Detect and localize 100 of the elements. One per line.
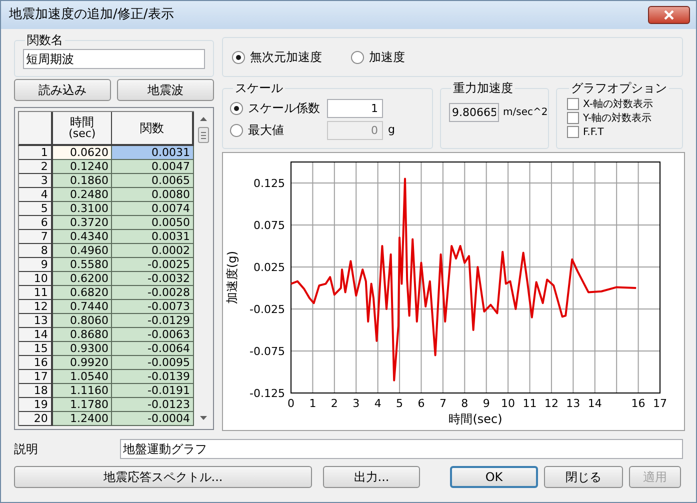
row-header[interactable]: 17 [19,370,53,384]
group-title: スケール [234,80,284,97]
radio-button[interactable] [230,124,243,136]
push-button[interactable]: 読み込み [14,79,111,101]
value-field[interactable]: 1 [327,98,383,118]
table-cell[interactable]: 0.6200 [52,272,112,286]
push-button[interactable]: 閉じる [544,466,623,488]
table-cell[interactable]: -0.0123 [112,398,194,412]
field-label: 説明 [14,441,39,458]
table-cell[interactable]: 0.3720 [52,216,112,230]
table-cell[interactable]: 1.1160 [52,384,112,398]
push-button[interactable]: 地震応答スペクトル... [14,466,312,488]
table-cell[interactable]: 0.0074 [112,202,194,216]
row-header[interactable]: 10 [19,272,53,286]
push-button[interactable]: OK [450,466,538,488]
row-header[interactable]: 11 [19,286,53,300]
table-cell[interactable]: 1.0540 [52,370,112,384]
table-cell[interactable]: 0.0065 [112,174,194,188]
table-cell[interactable]: -0.0064 [112,342,194,356]
row-header[interactable]: 1 [19,146,53,160]
table-cell[interactable]: 0.5580 [52,258,112,272]
row-header[interactable]: 14 [19,328,53,342]
name-field[interactable]: 短周期波 [23,49,205,69]
row-header[interactable]: 7 [19,230,53,244]
row-header[interactable]: 2 [19,160,53,174]
table-cell[interactable]: 0.0002 [112,244,194,258]
push-button[interactable]: 地震波 [117,79,214,101]
radio-label: スケール係数 [248,100,320,117]
axis-tick-label: 7 [439,397,446,410]
table-cell[interactable]: -0.0004 [112,412,194,426]
table-cell[interactable]: -0.0028 [112,286,194,300]
table-cell[interactable]: 1.2400 [52,412,112,426]
table-cell[interactable]: 0.9920 [52,356,112,370]
table-cell[interactable]: 0.9300 [52,342,112,356]
axis-tick-label: -0.075 [250,345,285,358]
table-cell[interactable]: 1.1780 [52,398,112,412]
table-cell[interactable]: 0.8680 [52,328,112,342]
row-header[interactable]: 4 [19,188,53,202]
radio-button[interactable] [232,50,245,64]
table-cell[interactable]: 0.6820 [52,286,112,300]
table-cell[interactable]: 0.4960 [52,244,112,258]
table-cell[interactable]: 0.4340 [52,230,112,244]
row-header[interactable]: 20 [19,412,53,426]
row-header[interactable]: 6 [19,216,53,230]
row-header[interactable]: 5 [19,202,53,216]
table-cell[interactable]: -0.0073 [112,300,194,314]
radio-button[interactable] [230,102,243,114]
row-header[interactable]: 8 [19,244,53,258]
checkbox[interactable] [567,126,579,138]
push-button[interactable]: 出力... [323,466,420,488]
table-cell[interactable]: -0.0191 [112,384,194,398]
row-header[interactable]: 16 [19,356,53,370]
row-header[interactable]: 18 [19,384,53,398]
scroll-down-icon[interactable] [200,416,206,420]
unit-label: m/sec^2 [503,106,548,120]
column-header[interactable]: 関数 [112,112,194,144]
table-cell[interactable]: 0.3100 [52,202,112,216]
table-cell[interactable]: -0.0095 [112,356,194,370]
table-cell[interactable]: 0.2480 [52,188,112,202]
table-cell[interactable]: -0.0129 [112,314,194,328]
row-header[interactable]: 19 [19,398,53,412]
radio-label: 無次元加速度 [250,49,322,66]
row-header[interactable]: 13 [19,314,53,328]
table-cell[interactable]: -0.0025 [112,258,194,272]
close-button[interactable] [648,6,690,24]
axis-tick-label: 0 [288,397,294,410]
description-field[interactable]: 地盤運動グラフ [120,439,683,459]
axis-tick-label: -0.025 [250,303,285,316]
table-cell[interactable]: 0.7440 [52,300,112,314]
checkbox[interactable] [567,112,579,124]
table-cell[interactable]: 0.1860 [52,174,112,188]
table-cell[interactable]: 0.0031 [112,230,194,244]
row-header[interactable]: 3 [19,174,53,188]
table-cell[interactable]: -0.0032 [112,272,194,286]
axis-tick-label: 0.025 [254,261,285,274]
unit-label: g [388,122,395,138]
row-header[interactable]: 9 [19,258,53,272]
axis-tick-label: 8 [461,397,468,410]
checkbox-label: X-軸の対数表示 [583,98,653,112]
table-cell[interactable]: 0.0031 [112,146,194,160]
column-header[interactable]: 時間 (sec) [52,112,112,144]
axis-tick-label: 10 [501,397,516,410]
table-cell[interactable]: -0.0063 [112,328,194,342]
group-title: 関数名 [26,32,64,49]
axis-tick-label: 14 [588,397,602,410]
table-cell[interactable]: 0.8060 [52,314,112,328]
table-cell[interactable]: -0.0139 [112,370,194,384]
table-cell[interactable]: 0.0620 [52,146,112,160]
table-cell[interactable]: 0.0050 [112,216,194,230]
row-header[interactable]: 15 [19,342,53,356]
table-cell[interactable]: 0.0047 [112,160,194,174]
axis-tick-label: 1 [309,397,316,410]
scroll-thumb[interactable] [198,127,208,143]
checkbox[interactable] [567,98,579,110]
radio-button[interactable] [351,50,364,64]
row-header[interactable]: 12 [19,300,53,314]
scroll-up-icon[interactable] [200,117,206,121]
axis-tick-label: 0.125 [254,177,285,190]
table-cell[interactable]: 0.1240 [52,160,112,174]
table-cell[interactable]: 0.0080 [112,188,194,202]
